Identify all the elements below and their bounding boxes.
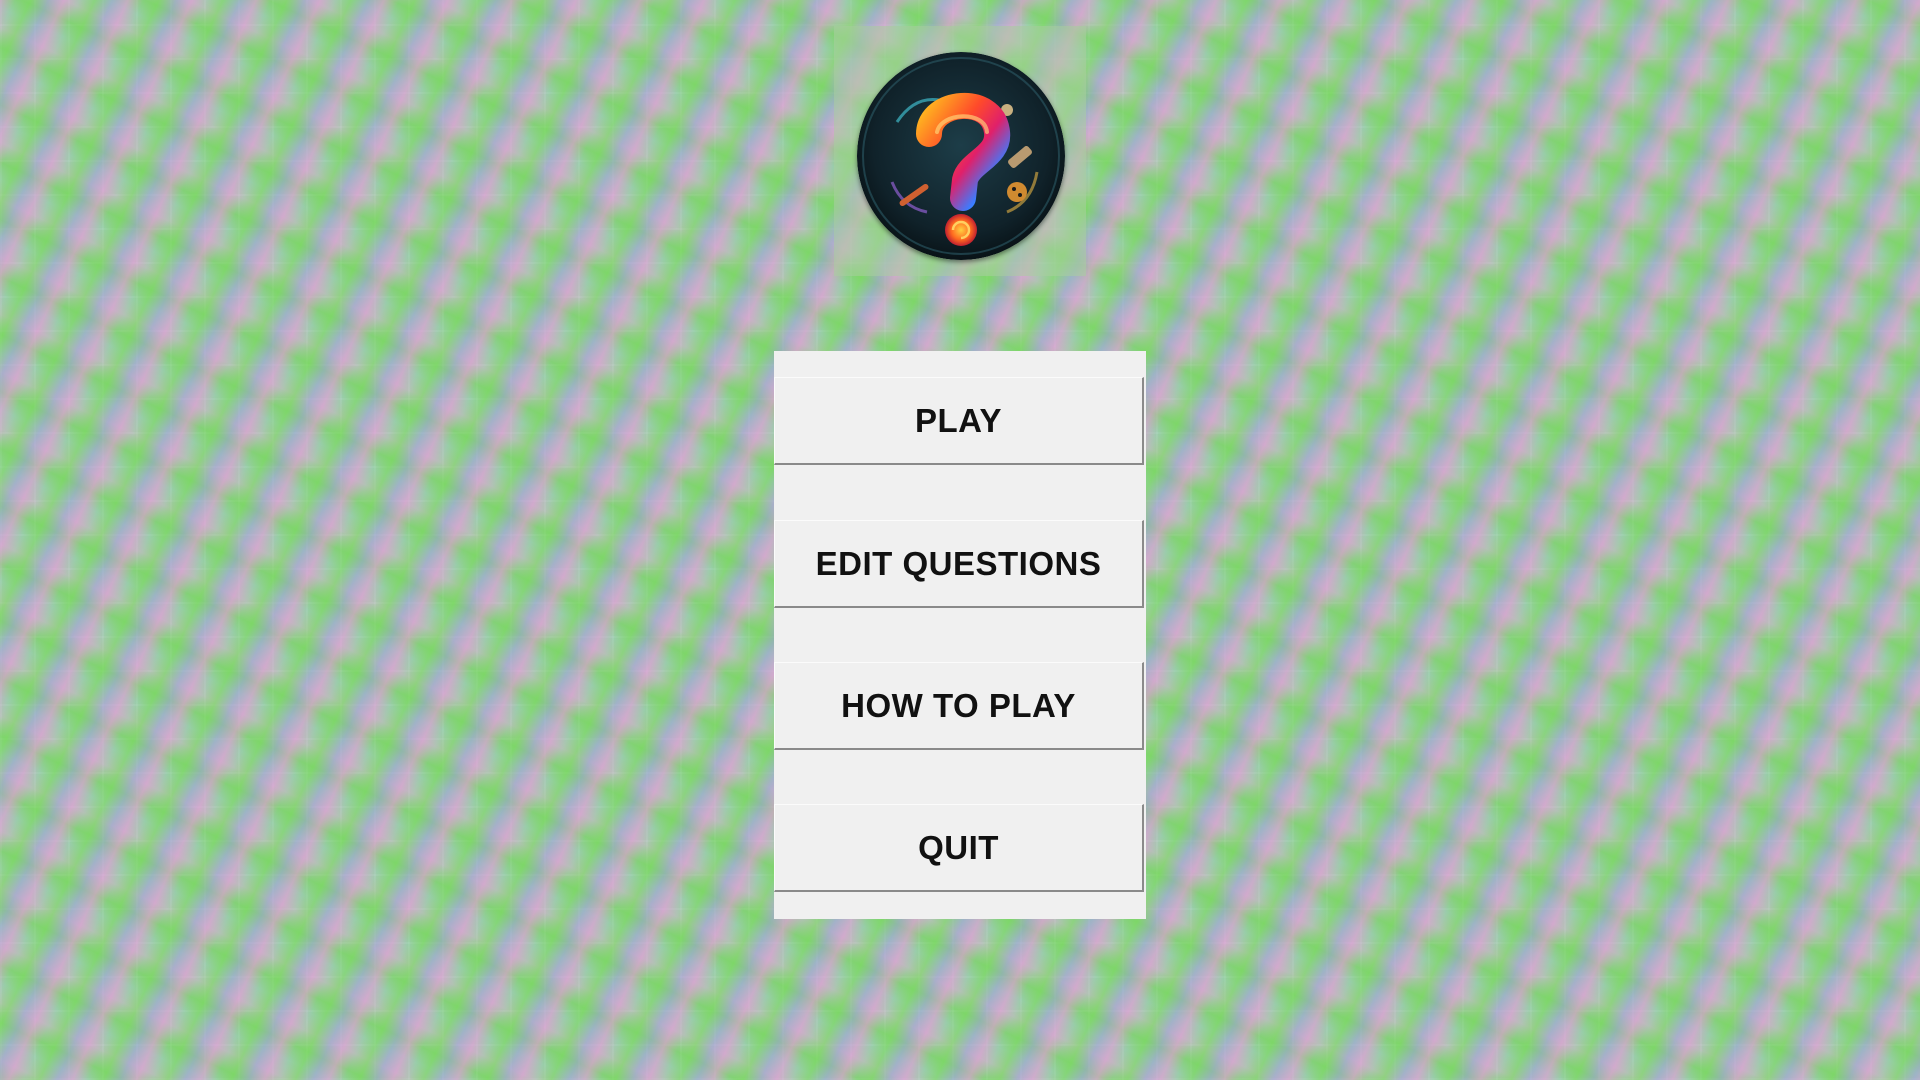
app-logo <box>857 52 1065 260</box>
question-mark-icon <box>857 52 1065 260</box>
how-to-play-button[interactable]: HOW TO PLAY <box>774 662 1144 750</box>
play-button[interactable]: PLAY <box>774 377 1144 465</box>
quit-button[interactable]: QUIT <box>774 804 1144 892</box>
main-menu-panel: PLAY EDIT QUESTIONS HOW TO PLAY QUIT <box>774 351 1146 919</box>
edit-questions-button[interactable]: EDIT QUESTIONS <box>774 520 1144 608</box>
